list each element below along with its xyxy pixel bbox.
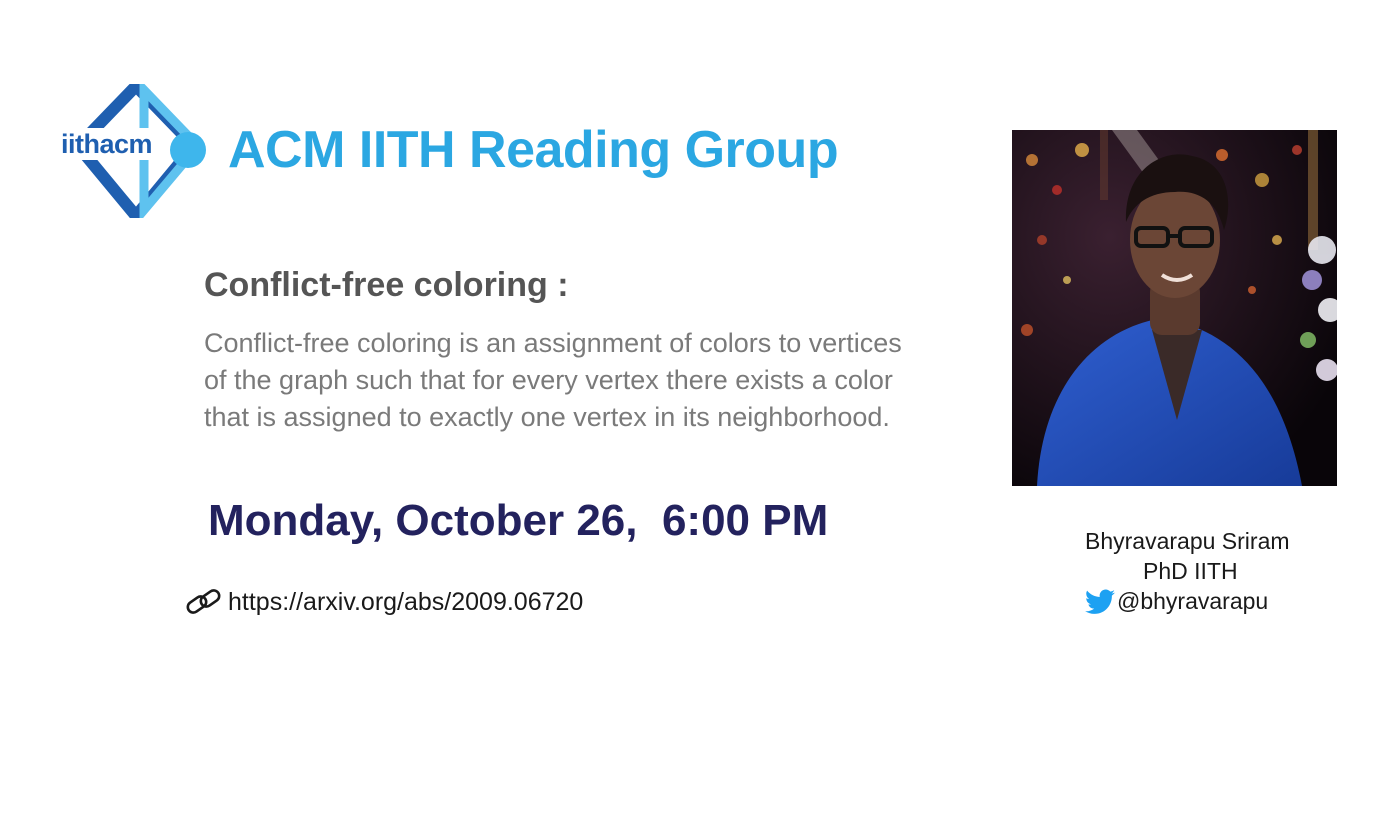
talk-abstract: Conflict-free coloring is an assignment … (204, 328, 902, 432)
speaker-photo (1012, 130, 1337, 486)
talk-topic: Conflict-free coloring : (204, 266, 569, 304)
speaker-photo-illustration (1012, 130, 1337, 486)
talk-datetime: Monday, October 26, 6:00 PM (208, 496, 829, 545)
iithacm-logo: iithacm (58, 77, 208, 226)
logo-text: iithacm (60, 128, 154, 160)
speaker-name: Bhyravarapu Sriram (1085, 528, 1290, 554)
speaker-affiliation: PhD IITH (1143, 558, 1238, 584)
paper-link-row[interactable]: https://arxiv.org/abs/2009.06720 (184, 586, 583, 618)
speaker-twitter-row[interactable]: @bhyravarapu (1085, 588, 1268, 615)
page-title: ACM IITH Reading Group (228, 121, 839, 179)
speaker-twitter-handle[interactable]: @bhyravarapu (1117, 588, 1268, 615)
paper-link[interactable]: https://arxiv.org/abs/2009.06720 (228, 588, 583, 617)
twitter-icon (1085, 589, 1115, 614)
link-icon (186, 589, 221, 614)
